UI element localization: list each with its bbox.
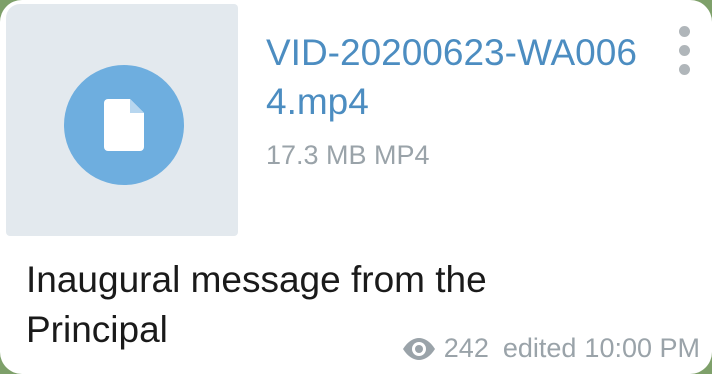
view-count: 242: [443, 333, 489, 363]
file-size-info: 17.3 MB MP4: [266, 140, 430, 170]
file-name[interactable]: VID-20200623-WA0064.mp4: [266, 28, 656, 126]
more-vertical-icon[interactable]: [672, 24, 698, 78]
message-time: 10:00 PM: [584, 333, 700, 363]
eye-icon: [402, 337, 435, 360]
file-thumbnail[interactable]: [6, 4, 238, 236]
message-bubble: VID-20200623-WA0064.mp4 17.3 MB MP4 Inau…: [0, 0, 712, 374]
file-download-button[interactable]: [64, 65, 184, 185]
file-icon: [104, 99, 144, 151]
message-meta: 242 edited 10:00 PM: [402, 333, 700, 364]
edited-label: edited: [502, 333, 577, 363]
